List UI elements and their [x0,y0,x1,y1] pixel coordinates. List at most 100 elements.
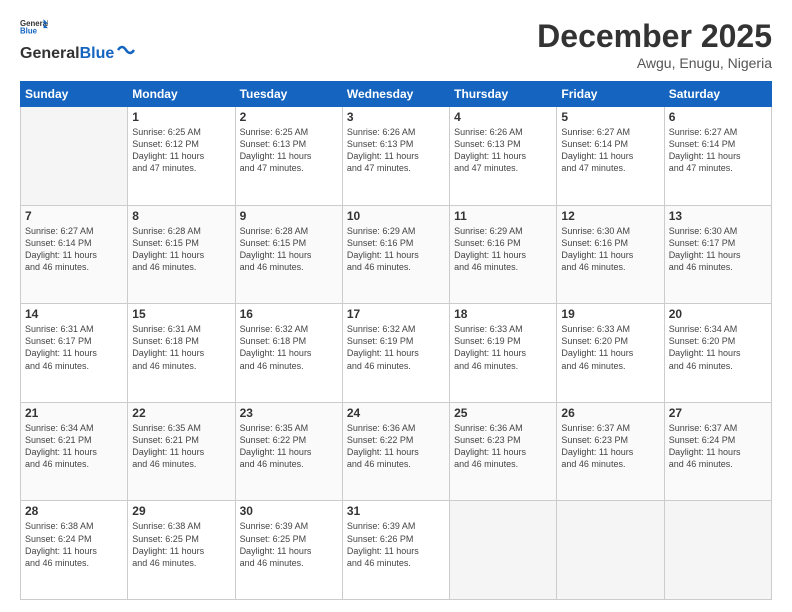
calendar-week-row: 7 Sunrise: 6:27 AM Sunset: 6:14 PM Daylig… [21,205,772,304]
calendar-cell: 27Sunrise: 6:37 AM Sunset: 6:24 PM Dayli… [664,402,771,501]
day-number: 14 [25,307,123,321]
day-info: Sunrise: 6:33 AM Sunset: 6:20 PM Dayligh… [561,323,659,372]
calendar-header-row: SundayMondayTuesdayWednesdayThursdayFrid… [21,82,772,107]
day-info: Sunrise: 6:39 AM Sunset: 6:26 PM Dayligh… [347,520,445,569]
day-info: Sunrise: 6:27 AM Sunset: 6:14 PM Dayligh… [25,225,123,274]
day-number: 9 [240,209,338,223]
calendar-week-row: 28 Sunrise: 6:38 AM Sunset: 6:24 PM Dayli… [21,501,772,600]
day-info: Sunrise: 6:26 AM Sunset: 6:13 PM Dayligh… [454,126,552,175]
calendar-cell: 14 Sunrise: 6:31 AM Sunset: 6:17 PM Dayli… [21,304,128,403]
weekday-header: Tuesday [235,82,342,107]
day-info: Sunrise: 6:29 AM Sunset: 6:16 PM Dayligh… [454,225,552,274]
calendar-cell: 7 Sunrise: 6:27 AM Sunset: 6:14 PM Daylig… [21,205,128,304]
day-info: Sunrise: 6:25 AM Sunset: 6:13 PM Dayligh… [240,126,338,175]
calendar-cell: 1Sunrise: 6:25 AM Sunset: 6:12 PM Daylig… [128,107,235,206]
day-number: 24 [347,406,445,420]
location: Awgu, Enugu, Nigeria [537,55,772,71]
day-number: 29 [132,504,230,518]
day-info: Sunrise: 6:30 AM Sunset: 6:16 PM Dayligh… [561,225,659,274]
day-number: 30 [240,504,338,518]
calendar-cell: 8 Sunrise: 6:28 AM Sunset: 6:15 PM Daylig… [128,205,235,304]
weekday-header: Wednesday [342,82,449,107]
day-info: Sunrise: 6:39 AM Sunset: 6:25 PM Dayligh… [240,520,338,569]
calendar-cell [21,107,128,206]
calendar-cell: 30 Sunrise: 6:39 AM Sunset: 6:25 PM Dayli… [235,501,342,600]
calendar-cell: 10 Sunrise: 6:29 AM Sunset: 6:16 PM Dayli… [342,205,449,304]
calendar-cell [450,501,557,600]
day-number: 25 [454,406,552,420]
day-number: 18 [454,307,552,321]
day-number: 21 [25,406,123,420]
day-info: Sunrise: 6:26 AM Sunset: 6:13 PM Dayligh… [347,126,445,175]
title-block: December 2025 Awgu, Enugu, Nigeria [537,18,772,71]
day-info: Sunrise: 6:33 AM Sunset: 6:19 PM Dayligh… [454,323,552,372]
weekday-header: Friday [557,82,664,107]
day-number: 28 [25,504,123,518]
day-info: Sunrise: 6:38 AM Sunset: 6:24 PM Dayligh… [25,520,123,569]
calendar-cell: 13 Sunrise: 6:30 AM Sunset: 6:17 PM Dayli… [664,205,771,304]
calendar-cell: 3 Sunrise: 6:26 AM Sunset: 6:13 PM Daylig… [342,107,449,206]
day-info: Sunrise: 6:31 AM Sunset: 6:18 PM Dayligh… [132,323,230,372]
day-number: 26 [561,406,659,420]
day-number: 7 [25,209,123,223]
calendar-cell: 12 Sunrise: 6:30 AM Sunset: 6:16 PM Dayli… [557,205,664,304]
calendar-cell: 29 Sunrise: 6:38 AM Sunset: 6:25 PM Dayli… [128,501,235,600]
day-number: 20 [669,307,767,321]
day-number: 8 [132,209,230,223]
weekday-header: Monday [128,82,235,107]
calendar-cell: 22 Sunrise: 6:35 AM Sunset: 6:21 PM Dayli… [128,402,235,501]
day-info: Sunrise: 6:35 AM Sunset: 6:21 PM Dayligh… [132,422,230,471]
day-info: Sunrise: 6:29 AM Sunset: 6:16 PM Dayligh… [347,225,445,274]
day-number: 15 [132,307,230,321]
day-number: 31 [347,504,445,518]
logo-general: General [20,45,80,63]
day-info: Sunrise: 6:31 AM Sunset: 6:17 PM Dayligh… [25,323,123,372]
day-number: 22 [132,406,230,420]
calendar-cell: 6Sunrise: 6:27 AM Sunset: 6:14 PM Daylig… [664,107,771,206]
day-number: 2 [240,110,338,124]
calendar-cell: 18 Sunrise: 6:33 AM Sunset: 6:19 PM Dayli… [450,304,557,403]
month-title: December 2025 [537,18,772,55]
day-number: 13 [669,209,767,223]
day-number: 16 [240,307,338,321]
calendar-cell: 11 Sunrise: 6:29 AM Sunset: 6:16 PM Dayli… [450,205,557,304]
day-info: Sunrise: 6:28 AM Sunset: 6:15 PM Dayligh… [132,225,230,274]
day-number: 11 [454,209,552,223]
day-number: 19 [561,307,659,321]
svg-text:Blue: Blue [20,27,38,36]
calendar-week-row: 1Sunrise: 6:25 AM Sunset: 6:12 PM Daylig… [21,107,772,206]
day-info: Sunrise: 6:30 AM Sunset: 6:17 PM Dayligh… [669,225,767,274]
calendar-cell: 24Sunrise: 6:36 AM Sunset: 6:22 PM Dayli… [342,402,449,501]
calendar-cell: 4 Sunrise: 6:26 AM Sunset: 6:13 PM Daylig… [450,107,557,206]
calendar-cell [557,501,664,600]
calendar-cell: 2 Sunrise: 6:25 AM Sunset: 6:13 PM Daylig… [235,107,342,206]
day-number: 3 [347,110,445,124]
general-blue-icon: General Blue [20,18,48,36]
calendar-cell: 21 Sunrise: 6:34 AM Sunset: 6:21 PM Dayli… [21,402,128,501]
day-info: Sunrise: 6:32 AM Sunset: 6:19 PM Dayligh… [347,323,445,372]
day-info: Sunrise: 6:37 AM Sunset: 6:24 PM Dayligh… [669,422,767,471]
weekday-header: Thursday [450,82,557,107]
day-number: 23 [240,406,338,420]
day-info: Sunrise: 6:38 AM Sunset: 6:25 PM Dayligh… [132,520,230,569]
calendar-cell: 25Sunrise: 6:36 AM Sunset: 6:23 PM Dayli… [450,402,557,501]
calendar-table: SundayMondayTuesdayWednesdayThursdayFrid… [20,81,772,600]
day-number: 4 [454,110,552,124]
calendar-cell [664,501,771,600]
calendar-cell: 5Sunrise: 6:27 AM Sunset: 6:14 PM Daylig… [557,107,664,206]
calendar-cell: 9Sunrise: 6:28 AM Sunset: 6:15 PM Daylig… [235,205,342,304]
logo-wave-icon [116,42,136,58]
day-number: 17 [347,307,445,321]
weekday-header: Sunday [21,82,128,107]
day-number: 12 [561,209,659,223]
calendar-cell: 20Sunrise: 6:34 AM Sunset: 6:20 PM Dayli… [664,304,771,403]
day-number: 10 [347,209,445,223]
calendar-cell: 28 Sunrise: 6:38 AM Sunset: 6:24 PM Dayli… [21,501,128,600]
day-info: Sunrise: 6:34 AM Sunset: 6:21 PM Dayligh… [25,422,123,471]
calendar-cell: 31 Sunrise: 6:39 AM Sunset: 6:26 PM Dayli… [342,501,449,600]
page: General Blue General Blue December 2025 … [0,0,792,612]
weekday-header: Saturday [664,82,771,107]
calendar-week-row: 21 Sunrise: 6:34 AM Sunset: 6:21 PM Dayli… [21,402,772,501]
header: General Blue General Blue December 2025 … [20,18,772,71]
day-number: 5 [561,110,659,124]
